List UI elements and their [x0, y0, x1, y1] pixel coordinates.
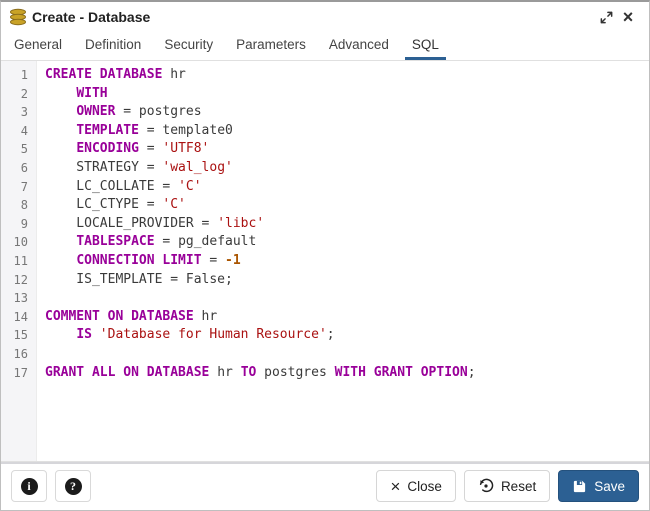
- save-icon: [572, 479, 587, 494]
- code-line: CONNECTION LIMIT = -1: [45, 252, 649, 271]
- tab-sql[interactable]: SQL: [405, 32, 446, 60]
- info-button[interactable]: i: [11, 470, 47, 502]
- reset-button[interactable]: Reset: [464, 470, 550, 502]
- line-number: 5: [1, 140, 36, 159]
- create-database-dialog: Create - Database × General Definition Sec…: [0, 0, 650, 511]
- info-icon: i: [21, 478, 38, 495]
- help-icon: ?: [65, 478, 82, 495]
- line-number: 6: [1, 159, 36, 178]
- code-line: LC_COLLATE = 'C': [45, 178, 649, 197]
- line-number: 15: [1, 326, 36, 345]
- dialog-titlebar: Create - Database ×: [1, 2, 649, 32]
- save-button[interactable]: Save: [558, 470, 639, 502]
- code-line: IS_TEMPLATE = False;: [45, 271, 649, 290]
- database-icon: [9, 8, 27, 26]
- line-number: 7: [1, 178, 36, 197]
- code-line: ENCODING = 'UTF8': [45, 140, 649, 159]
- tab-general[interactable]: General: [7, 32, 69, 60]
- code-line: LC_CTYPE = 'C': [45, 196, 649, 215]
- line-number: 9: [1, 215, 36, 234]
- code-line: TEMPLATE = template0: [45, 122, 649, 141]
- close-x-icon: ×: [390, 478, 400, 495]
- line-number: 2: [1, 85, 36, 104]
- line-number-gutter: 1234567891011121314151617: [1, 61, 37, 461]
- help-button[interactable]: ?: [55, 470, 91, 502]
- line-number: 1: [1, 66, 36, 85]
- code-line: OWNER = postgres: [45, 103, 649, 122]
- line-number: 12: [1, 271, 36, 290]
- line-number: 4: [1, 122, 36, 141]
- close-button-label: Close: [407, 479, 442, 494]
- code-line: CREATE DATABASE hr: [45, 66, 649, 85]
- line-number: 16: [1, 345, 36, 364]
- sql-code-pane[interactable]: CREATE DATABASE hr WITH OWNER = postgres…: [37, 61, 649, 461]
- line-number: 10: [1, 233, 36, 252]
- tab-advanced[interactable]: Advanced: [322, 32, 396, 60]
- save-button-label: Save: [594, 479, 625, 494]
- line-number: 11: [1, 252, 36, 271]
- sql-editor[interactable]: 1234567891011121314151617 CREATE DATABAS…: [1, 61, 649, 461]
- line-number: 3: [1, 103, 36, 122]
- dialog-title: Create - Database: [32, 9, 150, 25]
- code-line: [45, 289, 649, 308]
- tab-security[interactable]: Security: [157, 32, 220, 60]
- tab-definition[interactable]: Definition: [78, 32, 148, 60]
- expand-icon[interactable]: [595, 6, 617, 28]
- code-line: STRATEGY = 'wal_log': [45, 159, 649, 178]
- code-line: COMMENT ON DATABASE hr: [45, 308, 649, 327]
- code-line: [45, 345, 649, 364]
- code-line: WITH: [45, 85, 649, 104]
- line-number: 13: [1, 289, 36, 308]
- tab-parameters[interactable]: Parameters: [229, 32, 313, 60]
- line-number: 8: [1, 196, 36, 215]
- code-line: IS 'Database for Human Resource';: [45, 326, 649, 345]
- code-line: GRANT ALL ON DATABASE hr TO postgres WIT…: [45, 364, 649, 383]
- reset-button-label: Reset: [501, 479, 536, 494]
- dialog-footer: i ? × Close Reset Save: [1, 461, 649, 510]
- dialog-tabs: General Definition Security Parameters Advan…: [1, 32, 649, 61]
- code-line: TABLESPACE = pg_default: [45, 233, 649, 252]
- close-icon[interactable]: ×: [617, 6, 639, 28]
- code-line: LOCALE_PROVIDER = 'libc': [45, 215, 649, 234]
- close-button[interactable]: × Close: [376, 470, 455, 502]
- reset-icon: [478, 478, 494, 494]
- line-number: 14: [1, 308, 36, 327]
- line-number: 17: [1, 364, 36, 383]
